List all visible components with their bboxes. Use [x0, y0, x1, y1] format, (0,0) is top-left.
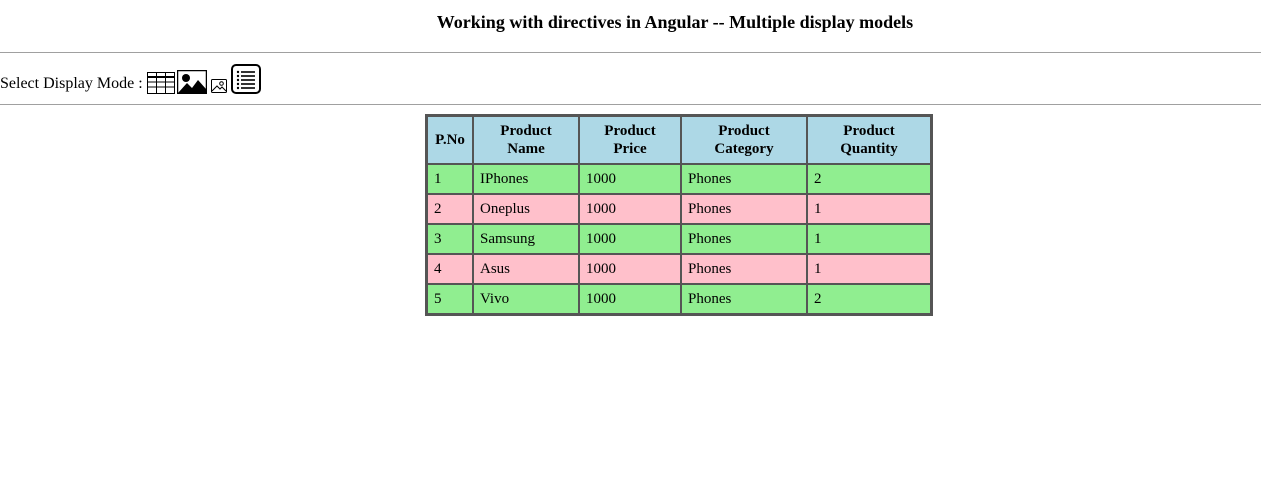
cell-product-quantity: 2 — [807, 284, 931, 314]
cell-pno: 2 — [427, 194, 473, 224]
column-header-pno: P.No — [427, 116, 473, 164]
cell-pno: 4 — [427, 254, 473, 284]
header-text: Product — [604, 123, 656, 139]
cell-product-category: Phones — [681, 254, 807, 284]
cell-product-name: IPhones — [473, 164, 579, 194]
cell-pno: 5 — [427, 284, 473, 314]
header-text: Product — [500, 123, 552, 139]
column-header-product-quantity: Product Quantity — [807, 116, 931, 164]
table-view-icon[interactable] — [146, 72, 175, 94]
table-row: 1 IPhones 1000 Phones 2 — [427, 164, 931, 194]
display-mode-bar: Select Display Mode : — [0, 62, 263, 94]
cell-product-name: Oneplus — [473, 194, 579, 224]
cell-product-quantity: 2 — [807, 164, 931, 194]
cell-product-name: Vivo — [473, 284, 579, 314]
cell-pno: 3 — [427, 224, 473, 254]
large-image-view-icon[interactable] — [176, 70, 207, 94]
header-text: Name — [507, 141, 545, 157]
cell-product-price: 1000 — [579, 224, 681, 254]
cell-product-quantity: 1 — [807, 194, 931, 224]
cell-product-price: 1000 — [579, 284, 681, 314]
products-table: P.No Product Name Product Price Product … — [425, 114, 933, 316]
table-header-row: P.No Product Name Product Price Product … — [427, 116, 931, 164]
cell-product-category: Phones — [681, 224, 807, 254]
display-mode-label: Select Display Mode : — [0, 75, 147, 92]
column-header-product-category: Product Category — [681, 116, 807, 164]
column-header-product-name: Product Name — [473, 116, 579, 164]
cell-product-price: 1000 — [579, 254, 681, 284]
table-row: 5 Vivo 1000 Phones 2 — [427, 284, 931, 314]
header-text: Product — [843, 123, 895, 139]
small-image-view-icon[interactable] — [210, 78, 227, 94]
header-text: Category — [714, 141, 774, 157]
page-title: Working with directives in Angular -- Mu… — [436, 12, 914, 32]
cell-product-quantity: 1 — [807, 254, 931, 284]
list-view-icon[interactable] — [230, 64, 261, 94]
header-text: Product — [718, 123, 770, 139]
cell-product-name: Asus — [473, 254, 579, 284]
header-text: Quantity — [840, 141, 898, 157]
top-divider — [0, 52, 1261, 53]
cell-product-price: 1000 — [579, 164, 681, 194]
table-row: 4 Asus 1000 Phones 1 — [427, 254, 931, 284]
header-text: Price — [613, 141, 647, 157]
cell-pno: 1 — [427, 164, 473, 194]
cell-product-price: 1000 — [579, 194, 681, 224]
cell-product-name: Samsung — [473, 224, 579, 254]
bottom-divider — [0, 104, 1261, 105]
cell-product-category: Phones — [681, 284, 807, 314]
cell-product-category: Phones — [681, 164, 807, 194]
table-row: 2 Oneplus 1000 Phones 1 — [427, 194, 931, 224]
column-header-product-price: Product Price — [579, 116, 681, 164]
header-text: P.No — [435, 132, 465, 148]
table-row: 3 Samsung 1000 Phones 1 — [427, 224, 931, 254]
cell-product-quantity: 1 — [807, 224, 931, 254]
cell-product-category: Phones — [681, 194, 807, 224]
